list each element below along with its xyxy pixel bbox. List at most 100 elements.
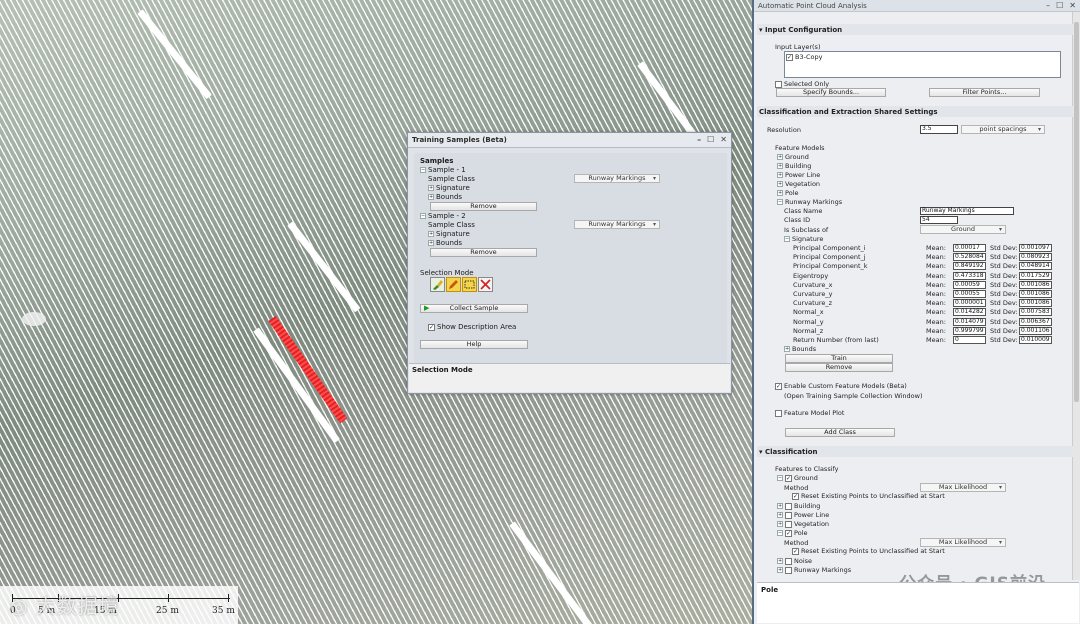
input-config-header[interactable]: ▾ Input Configuration <box>757 24 1073 35</box>
selected-only-checkbox[interactable]: Selected Only <box>775 80 829 88</box>
specify-bounds-button[interactable]: Specify Bounds... <box>776 88 886 97</box>
expand-icon[interactable]: + <box>428 185 434 191</box>
sample-class-dropdown[interactable]: Runway Markings <box>574 220 660 229</box>
rectangle-select-icon[interactable] <box>462 277 477 292</box>
expand-icon[interactable]: + <box>428 240 434 246</box>
classify-runway-markings[interactable]: + Runway Markings <box>777 566 851 574</box>
std-dev-value-input[interactable]: 0.048914 <box>1019 262 1052 271</box>
reset-ground-checkbox[interactable]: ✓ Reset Existing Points to Unclassified a… <box>792 492 945 500</box>
train-button[interactable]: Train <box>785 354 893 363</box>
mean-value-input[interactable]: 0.00017 <box>953 244 986 252</box>
layer-item[interactable]: ✓ B3-Copy <box>786 53 822 61</box>
expand-icon[interactable]: + <box>777 172 783 178</box>
mean-value-input[interactable]: 0.528084 <box>953 253 986 262</box>
expand-icon[interactable]: + <box>777 512 783 518</box>
feature-model-plot-checkbox[interactable]: Feature Model Plot <box>775 409 844 417</box>
classify-pole[interactable]: − ✓ Pole <box>777 529 807 537</box>
ground-method-dropdown[interactable]: Max Likelihood <box>920 483 1006 492</box>
expand-icon[interactable]: + <box>784 346 790 352</box>
subclass-dropdown[interactable]: Ground <box>920 225 1006 234</box>
expand-icon[interactable]: + <box>777 190 783 196</box>
mean-value-input[interactable]: 0 <box>953 336 986 344</box>
model-node-power-line[interactable]: + Power Line <box>777 171 820 179</box>
expand-icon[interactable]: + <box>777 558 783 564</box>
checkbox-checked-icon[interactable]: ✓ <box>786 53 793 61</box>
classification-header[interactable]: ▾ Classification <box>757 446 1073 457</box>
classify-power-line[interactable]: + Power Line <box>777 511 829 519</box>
class-id-input[interactable]: 54 <box>920 216 958 224</box>
checkbox-icon[interactable] <box>775 409 782 417</box>
resolution-input[interactable]: 3.5 <box>920 125 958 134</box>
collapse-icon[interactable]: − <box>777 475 783 481</box>
reset-pole-checkbox[interactable]: ✓ Reset Existing Points to Unclassified a… <box>792 547 945 555</box>
expand-icon[interactable]: + <box>777 154 783 160</box>
panel-title-bar[interactable]: Automatic Point Cloud Analysis – ☐ ✕ <box>754 0 1080 12</box>
filter-points-button[interactable]: Filter Points... <box>929 88 1040 97</box>
signature-node[interactable]: − Signature <box>784 235 823 243</box>
expand-icon[interactable]: + <box>777 521 783 527</box>
mean-value-input[interactable]: 0.849192 <box>953 262 986 271</box>
std-dev-value-input[interactable]: 0.001086 <box>1019 299 1052 308</box>
shared-settings-header[interactable]: Classification and Extraction Shared Set… <box>757 106 1073 117</box>
mean-value-input[interactable]: 0.014282 <box>953 308 986 317</box>
model-node-vegetation[interactable]: + Vegetation <box>777 180 820 188</box>
sample-1-node[interactable]: − Sample - 1 <box>420 166 466 174</box>
model-node-building[interactable]: + Building <box>777 162 811 170</box>
bounds-node[interactable]: + Bounds <box>428 239 462 247</box>
point-cloud-analysis-panel[interactable]: Automatic Point Cloud Analysis – ☐ ✕ ▾ I… <box>752 0 1080 624</box>
mean-value-input[interactable]: 0.00055 <box>953 290 986 298</box>
checkbox-checked-icon[interactable]: ✓ <box>428 323 435 331</box>
expand-icon[interactable]: + <box>777 567 783 573</box>
minimize-icon[interactable]: – <box>697 135 701 144</box>
mean-value-input[interactable]: 0.999799 <box>953 326 986 335</box>
checkbox-checked-icon[interactable]: ✓ <box>792 492 799 500</box>
close-icon[interactable]: ✕ <box>720 135 727 144</box>
expand-icon[interactable]: + <box>428 194 434 200</box>
checkbox-icon[interactable] <box>785 502 792 510</box>
expand-icon[interactable]: + <box>777 181 783 187</box>
checkbox-icon[interactable] <box>785 566 792 574</box>
expand-icon[interactable]: + <box>777 163 783 169</box>
help-button[interactable]: Help <box>420 340 528 349</box>
expand-icon[interactable]: + <box>428 231 434 237</box>
signature-node[interactable]: + Signature <box>428 184 470 192</box>
remove-sample-button[interactable]: Remove <box>430 248 537 257</box>
collapse-icon[interactable]: − <box>777 530 783 536</box>
remove-model-button[interactable]: Remove <box>785 363 893 372</box>
model-node-pole[interactable]: + Pole <box>777 189 798 197</box>
classify-building[interactable]: + Building <box>777 502 820 510</box>
std-dev-value-input[interactable]: 0.017529 <box>1019 271 1052 280</box>
checkbox-icon[interactable] <box>785 520 792 528</box>
classify-ground[interactable]: − ✓ Ground <box>777 474 818 482</box>
checkbox-icon[interactable] <box>785 511 792 519</box>
std-dev-value-input[interactable]: 0.001097 <box>1019 244 1052 252</box>
bounds-node[interactable]: + Bounds <box>784 345 816 353</box>
sample-2-node[interactable]: − Sample - 2 <box>420 212 466 220</box>
scrollbar-thumb[interactable] <box>1074 22 1079 402</box>
minimize-icon[interactable]: – <box>1046 1 1050 10</box>
checkbox-checked-icon[interactable]: ✓ <box>775 382 782 390</box>
checkbox-checked-icon[interactable]: ✓ <box>792 547 799 555</box>
mean-value-input[interactable]: 0.014079 <box>953 317 986 326</box>
mean-value-input[interactable]: 0.00059 <box>953 280 986 289</box>
paint-select-icon[interactable] <box>430 277 445 292</box>
class-name-input[interactable]: Runway Markings <box>920 207 1014 215</box>
bounds-node[interactable]: + Bounds <box>428 193 462 201</box>
clear-selection-icon[interactable] <box>478 277 493 292</box>
model-node-runway-markings[interactable]: − Runway Markings <box>777 198 842 206</box>
classify-vegetation[interactable]: + Vegetation <box>777 520 829 528</box>
std-dev-value-input[interactable]: 0.001086 <box>1019 280 1052 289</box>
signature-node[interactable]: + Signature <box>428 230 470 238</box>
std-dev-value-input[interactable]: 0.080923 <box>1019 253 1052 262</box>
std-dev-value-input[interactable]: 0.001086 <box>1019 290 1052 298</box>
resolution-unit-dropdown[interactable]: point spacings <box>961 125 1045 134</box>
std-dev-value-input[interactable]: 0.007583 <box>1019 308 1052 317</box>
model-node-ground[interactable]: + Ground <box>777 153 809 161</box>
panel-scrollbar[interactable] <box>1072 12 1080 580</box>
checkbox-icon[interactable] <box>785 557 792 565</box>
collapse-icon[interactable]: − <box>777 199 783 205</box>
classify-noise[interactable]: + Noise <box>777 557 812 565</box>
std-dev-value-input[interactable]: 0.006367 <box>1019 317 1052 326</box>
collapse-icon[interactable]: − <box>420 213 426 219</box>
add-class-button[interactable]: Add Class <box>785 428 895 437</box>
